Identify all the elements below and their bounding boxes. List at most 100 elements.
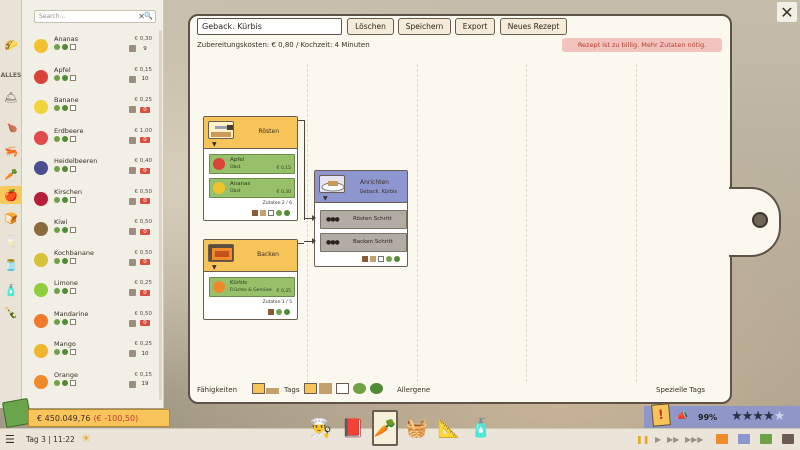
cost-summary: Zubereitungskosten: € 0,80 / Kochzeit: 4… (197, 41, 370, 49)
pause-icon[interactable]: ❚❚ (636, 435, 649, 444)
close-icon[interactable]: ✕ (777, 2, 797, 22)
ingredient-row[interactable]: Kiwi € 0,50 0 (32, 216, 162, 245)
step-card-roast[interactable]: ▼ Rösten Apfel Obst € 0,15 Ananas Obst €… (203, 116, 298, 221)
ingredient-row[interactable]: Heidelbeeren € 0,40 0 (32, 155, 162, 184)
cloche-category-icon[interactable]: 🛎 (2, 88, 20, 106)
ingredient-slot-pumpkin[interactable]: Kürbis Früchte & Gemüse € 0,35 (209, 277, 295, 297)
recipe-icon[interactable]: 🥕 (372, 410, 398, 446)
leaf-icon (54, 227, 60, 233)
tag-leaf-dark-icon[interactable] (370, 383, 383, 394)
cleaning-icon[interactable]: 🧴 (468, 410, 494, 446)
settings-icon[interactable] (782, 434, 794, 444)
oven-small-icon (268, 309, 274, 315)
more-icon[interactable]: ●●● (326, 216, 340, 223)
ingredient-price: € 0,25 (134, 97, 153, 103)
recipe-name-input[interactable]: Geback. Kürbis (197, 18, 342, 35)
ingredient-row[interactable]: Apfel € 0,15 10 (32, 64, 162, 93)
carrot-category-icon[interactable]: 🥕 (2, 165, 20, 183)
box-icon (268, 210, 274, 216)
category-all[interactable]: ALLES (1, 66, 22, 84)
ingredient-row[interactable]: Banane € 0,25 0 (32, 94, 162, 123)
column-divider (526, 64, 527, 382)
search-input[interactable]: Search... ✕ 🔍 (34, 10, 156, 23)
fruit-icon (34, 344, 48, 358)
jar-category-icon[interactable]: 🫙 (2, 256, 20, 274)
fullscreen-icon[interactable] (716, 434, 728, 444)
ingredient-row[interactable]: Erdbeere € 1,00 0 (32, 125, 162, 154)
ingredient-row[interactable]: Mandarine € 0,50 0 (32, 308, 162, 337)
ingredient-slot-apple[interactable]: Apfel Obst € 0,15 (209, 154, 295, 174)
arrow-icon (312, 238, 316, 244)
ingredient-stock: 0 (129, 167, 150, 174)
pineapple-icon (213, 182, 225, 194)
fast-forward-icon[interactable]: ▶▶ (667, 435, 679, 444)
dropdown-arrow-icon[interactable]: ▼ (323, 195, 328, 202)
tag-grill-icon[interactable] (304, 383, 317, 394)
more-icon[interactable]: ●●● (326, 239, 340, 246)
dropdown-arrow-icon[interactable]: ▼ (212, 141, 217, 148)
taco-category-icon[interactable]: 🌮 (2, 36, 20, 54)
price-warning: Rezept ist zu billig. Mehr Zutaten nötig… (562, 38, 722, 52)
board-handle-hole (752, 212, 768, 228)
step-subtitle: Geback. Kürbis (359, 189, 397, 195)
export-button[interactable]: Export (455, 18, 495, 35)
oven-icon[interactable] (208, 244, 234, 262)
ingredient-row[interactable]: Kirschen € 0,50 0 (32, 186, 162, 215)
grocery-icon[interactable]: 🧺 (404, 410, 430, 446)
ingredient-price: € 1,00 (134, 127, 153, 134)
bottle-category-icon[interactable]: 🍾 (2, 303, 20, 321)
step-card-bake[interactable]: ▼ Backen Kürbis Früchte & Gemüse € 0,35 … (203, 239, 298, 320)
ingredient-stock: 19 (129, 380, 150, 388)
ingredient-count: Zutaten 2 / 6 (262, 201, 292, 206)
ingredient-row[interactable]: Kochbanane € 0,50 0 (32, 247, 162, 276)
knife-board-icon[interactable] (208, 121, 234, 139)
ingredient-row[interactable]: Orange € 0,15 19 (32, 369, 162, 398)
tag-leaf-icon[interactable] (353, 383, 366, 394)
stock-count: 0 (140, 259, 150, 265)
ingredient-row[interactable]: Limone € 0,25 0 (32, 277, 162, 306)
fastest-icon[interactable]: ▶▶▶ (685, 435, 703, 444)
tag-box-icon[interactable] (336, 383, 349, 394)
bread-icon (260, 210, 266, 216)
play-icon[interactable]: ▶ (655, 435, 661, 444)
menu-book-icon[interactable]: 📕 (340, 410, 366, 446)
step-card-serve[interactable]: ▼ Anrichten Geback. Kürbis ●●● Rösten Sc… (314, 170, 408, 267)
plate-icon[interactable] (319, 175, 345, 193)
menu-icon[interactable]: ☰ (5, 433, 15, 446)
cube-icon[interactable] (760, 434, 772, 444)
ingredient-row[interactable]: Ananas € 0,30 9 (32, 33, 162, 62)
leaf-icon (54, 196, 60, 203)
ingredient-row[interactable]: Mango € 0,25 10 (32, 338, 162, 367)
sub-step-roast[interactable]: ●●● Rösten Schritt (320, 210, 407, 229)
drumstick-category-icon[interactable]: 🍗 (2, 117, 20, 135)
leaf-dark-icon (284, 210, 290, 216)
search-icon[interactable]: 🔍 (144, 12, 153, 20)
shrimp-category-icon[interactable]: 🦐 (2, 142, 20, 160)
ingredient-price: € 0,50 (134, 310, 153, 317)
megaphone-icon[interactable]: 📣 (676, 411, 688, 422)
sauce-category-icon[interactable]: 🧴 (2, 281, 20, 299)
ingredient-stock: 0 (129, 228, 150, 235)
stock-count: 10 (141, 76, 149, 82)
save-button[interactable]: Speichern (398, 18, 451, 35)
day-time: Tag 3 | 11:22 (26, 435, 75, 444)
grid-icon[interactable] (738, 434, 750, 444)
ingredient-slot-pineapple[interactable]: Ananas Obst € 0,30 (209, 178, 295, 198)
skill-knife-icon[interactable] (266, 388, 279, 394)
new-recipe-button[interactable]: Neues Rezept (500, 18, 567, 35)
delete-button[interactable]: Löschen (347, 18, 394, 35)
blueprint-icon[interactable]: 📐 (436, 410, 462, 446)
ingredient-stock: 9 (129, 45, 150, 52)
ingredient-tags (54, 288, 76, 294)
bread-category-icon[interactable]: 🍞 (2, 209, 20, 227)
milk-category-icon[interactable]: 🥛 (2, 232, 20, 250)
skill-oven-icon[interactable] (252, 383, 265, 394)
step-title: Rösten (258, 128, 279, 135)
chef-icon[interactable]: 👨‍🍳 (308, 410, 334, 446)
leaf-dark-icon (394, 256, 400, 262)
alert-icon[interactable]: ! (651, 403, 671, 427)
sub-step-bake[interactable]: ●●● Backen Schritt (320, 233, 407, 252)
tag-bread-icon[interactable] (319, 383, 332, 394)
fruit-category-icon[interactable]: 🍎 (0, 186, 22, 204)
dropdown-arrow-icon[interactable]: ▼ (212, 264, 217, 271)
